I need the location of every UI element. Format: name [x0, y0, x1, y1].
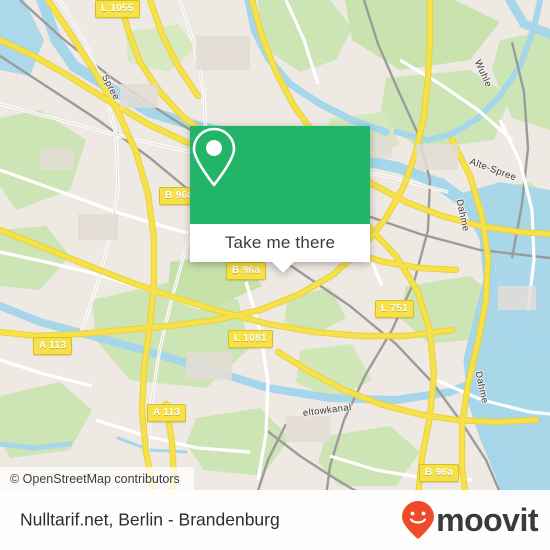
take-me-there-label: Take me there [224, 233, 336, 252]
location-popup-card[interactable]: Take me there [190, 126, 370, 273]
road-shield-l1081: L 1081 [228, 330, 273, 348]
take-me-there-button[interactable]: Take me there [190, 224, 370, 262]
road-shield-a113-mid: A 113 [147, 404, 187, 422]
osm-attribution[interactable]: © OpenStreetMap contributors [0, 467, 194, 491]
road-shield-b96a-mid: B 96a [226, 262, 267, 280]
road-shield-l751: L 751 [375, 300, 414, 318]
popup-header [190, 126, 370, 224]
map-screenshot: Spree Wuhle Alte-Spree Dahme Dahme eltow… [0, 0, 550, 550]
road-shield-l1055: L 1055 [95, 0, 140, 18]
road-shield-b96a-east: B 96a [419, 464, 460, 482]
moovit-brand[interactable]: moovit [401, 500, 538, 540]
location-title: Nulltarif.net, Berlin - Brandenburg [20, 509, 280, 530]
osm-attribution-label: © OpenStreetMap contributors [10, 472, 180, 486]
map-canvas[interactable]: Spree Wuhle Alte-Spree Dahme Dahme eltow… [0, 0, 550, 497]
map-pin-icon [192, 127, 236, 187]
moovit-wordmark: moovit [436, 502, 538, 538]
bottom-bar: Nulltarif.net, Berlin - Brandenburg moov… [0, 490, 550, 550]
popup-pointer-tail [272, 262, 294, 273]
road-shield-a113-west: A 113 [33, 337, 73, 355]
moovit-smiling-pin-icon [402, 501, 435, 539]
